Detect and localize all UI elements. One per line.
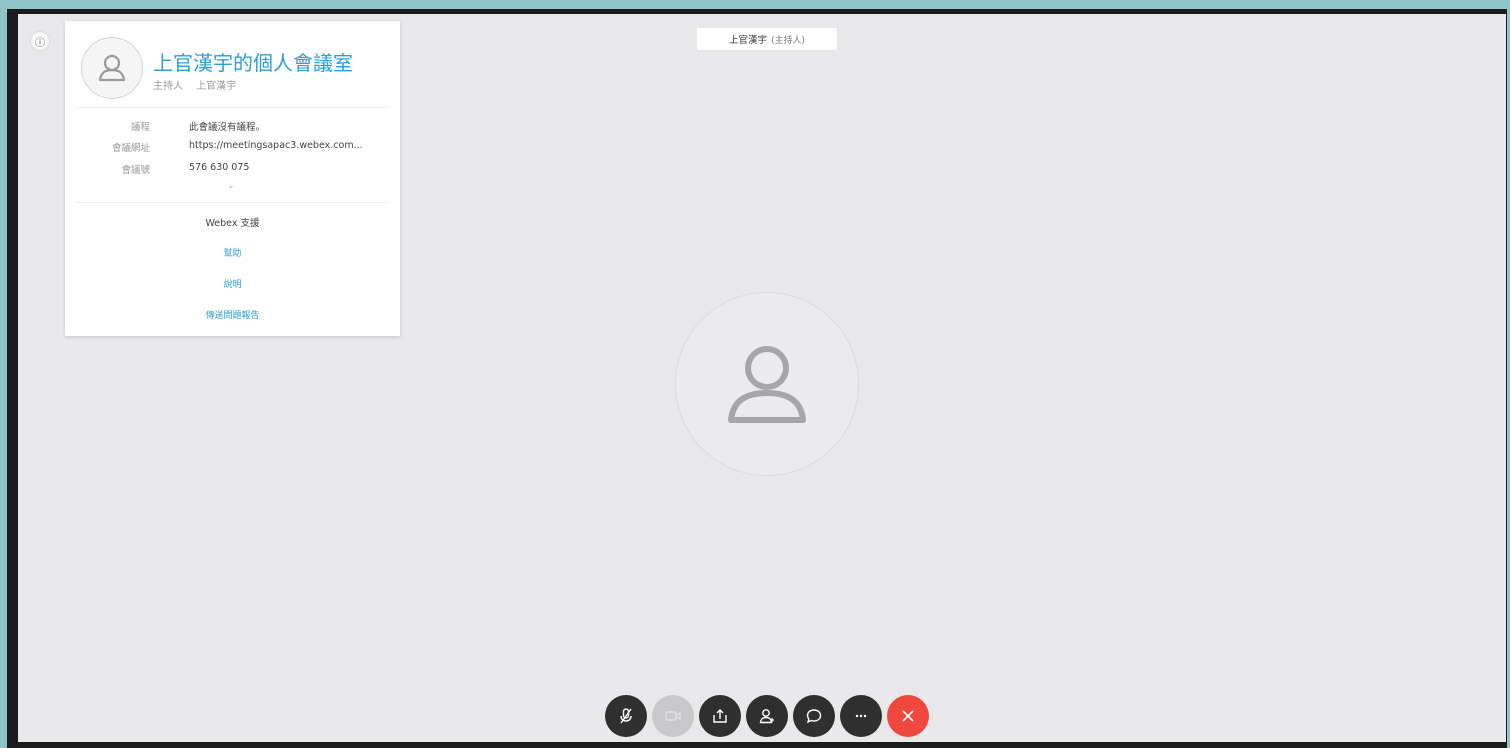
participant-avatar — [675, 292, 859, 476]
detail-agenda: 議程 此會議沒有議程。 — [65, 119, 400, 135]
person-icon — [98, 54, 126, 82]
detail-key: 會議號 — [121, 165, 150, 176]
host-name: 上官漢宇 — [196, 81, 237, 92]
detail-value[interactable]: https://meetingsapac3.webex.com... — [189, 140, 363, 151]
divider — [75, 107, 390, 108]
divider — [75, 202, 390, 203]
video-icon — [665, 711, 681, 721]
host-avatar — [81, 37, 143, 99]
host-label: 主持人 — [153, 81, 183, 92]
video-button[interactable] — [652, 695, 694, 737]
detail-value: 576 630 075 — [189, 162, 250, 173]
mic-muted-icon — [620, 708, 632, 724]
speaker-role: (主持人) — [770, 35, 806, 46]
person-icon — [728, 346, 806, 423]
meeting-toolbar — [605, 695, 929, 737]
support-link-guide[interactable]: 說明 — [65, 277, 400, 290]
active-speaker-label: 上官漢宇 (主持人) — [697, 28, 837, 50]
end-meeting-button[interactable] — [887, 695, 929, 737]
speaker-name: 上官漢宇 — [728, 35, 767, 46]
share-button[interactable] — [699, 695, 741, 737]
participants-icon — [759, 709, 774, 724]
support-title: Webex 支援 — [205, 218, 260, 229]
more-icon — [855, 714, 867, 718]
meeting-info-card: 上官漢宇的個人會議室 主持人 上官漢宇 議程 此會議沒有議程。 會議網址 htt… — [65, 21, 400, 336]
detail-meeting-url: 會議網址 https://meetingsapac3.webex.com... — [65, 140, 400, 156]
detail-key: 議程 — [130, 122, 150, 133]
chat-button[interactable] — [793, 695, 835, 737]
mute-button[interactable] — [605, 695, 647, 737]
host-line: 主持人 上官漢宇 — [153, 77, 236, 92]
support-link-help[interactable]: 幫助 — [65, 246, 400, 259]
participants-button[interactable] — [746, 695, 788, 737]
detail-value: 此會議沒有議程。 — [189, 122, 266, 133]
share-icon — [713, 709, 727, 723]
chat-icon — [806, 709, 822, 724]
room-title: 上官漢宇的個人會議室 — [153, 51, 353, 75]
more-button[interactable] — [840, 695, 882, 737]
expand-chevron-icon[interactable]: ⌄ — [227, 181, 235, 191]
detail-key: 會議網址 — [111, 143, 150, 154]
detail-meeting-number: 會議號 576 630 075 — [65, 162, 400, 178]
info-icon: ⓘ — [35, 37, 45, 49]
meeting-info-button[interactable]: ⓘ — [30, 31, 50, 51]
end-meeting-icon — [902, 710, 914, 722]
support-link-report[interactable]: 傳送問題報告 — [65, 308, 400, 321]
